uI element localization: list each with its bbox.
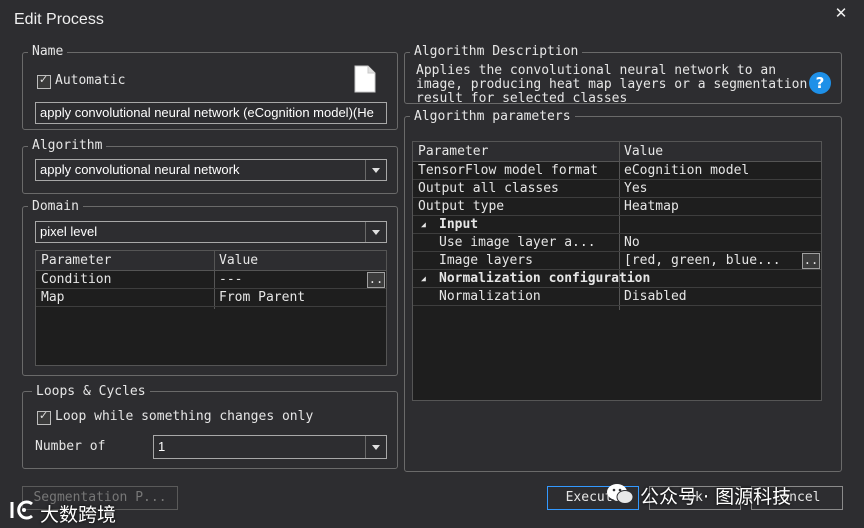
number-of-select[interactable]: 1: [153, 435, 387, 459]
domain-grid: Parameter Value Condition --- .. Map Fro…: [35, 250, 387, 366]
automatic-checkbox[interactable]: [37, 73, 51, 89]
chevron-down-icon[interactable]: [365, 160, 386, 180]
automatic-label[interactable]: Automatic: [55, 73, 125, 88]
number-of-value: 1: [158, 439, 166, 454]
process-name-field[interactable]: apply convolutional neural network (eCog…: [35, 102, 387, 124]
param-value[interactable]: Disabled: [624, 288, 687, 306]
param-value[interactable]: eCognition model: [624, 162, 749, 180]
domain-select[interactable]: pixel level: [35, 221, 387, 243]
param-name: Output type: [418, 199, 505, 214]
param-name: Normalization: [439, 289, 541, 304]
domain-row-param: Condition: [41, 272, 112, 287]
param-value[interactable]: Yes: [624, 180, 647, 198]
chevron-down-icon[interactable]: [365, 222, 386, 242]
window-title: Edit Process: [14, 11, 104, 28]
param-value[interactable]: Heatmap: [624, 198, 679, 216]
name-legend: Name: [28, 44, 68, 59]
param-name: Image layers: [439, 253, 533, 268]
watermark-right: 公众号 · 图源科技: [640, 486, 792, 508]
loop-label[interactable]: Loop while something changes only: [55, 409, 313, 424]
loop-checkbox[interactable]: [37, 409, 51, 425]
algorithm-legend: Algorithm: [28, 138, 107, 153]
expand-triangle-icon[interactable]: ◢: [421, 216, 426, 234]
watermark-left: 大数跨境: [40, 504, 117, 526]
wechat-icon: [606, 482, 634, 506]
image-layers-browse-button[interactable]: ..: [802, 253, 820, 269]
number-of-label: Number of: [35, 439, 106, 454]
algorithm-description-text: Applies the convolutional neural network…: [416, 63, 808, 104]
param-value[interactable]: [red, green, blue...: [624, 252, 798, 270]
chevron-down-icon[interactable]: [365, 436, 386, 458]
params-legend: Algorithm parameters: [410, 109, 575, 124]
title-bar: [0, 0, 864, 36]
section-label-input: Input: [439, 217, 479, 232]
description-legend: Algorithm Description: [410, 44, 583, 59]
document-icon[interactable]: [354, 65, 376, 93]
watermark-logo-icon: [8, 498, 38, 522]
algorithm-select-value: apply convolutional neural network: [40, 162, 240, 177]
expand-triangle-icon[interactable]: ◢: [421, 270, 426, 288]
domain-select-value: pixel level: [40, 224, 98, 239]
domain-col-parameter: Parameter: [41, 253, 112, 268]
section-label-normalization: Normalization configuration: [439, 271, 651, 286]
condition-browse-button[interactable]: ..: [367, 272, 385, 288]
algorithm-select[interactable]: apply convolutional neural network: [35, 159, 387, 181]
domain-col-value: Value: [219, 253, 259, 268]
domain-row-value[interactable]: ---: [219, 271, 242, 289]
param-name: Use image layer a...: [439, 235, 596, 250]
description-group: Applies the convolutional neural network…: [404, 52, 842, 104]
loops-legend: Loops & Cycles: [32, 384, 150, 399]
help-icon[interactable]: ?: [809, 72, 831, 94]
param-name: TensorFlow model format: [418, 163, 599, 178]
param-value[interactable]: No: [624, 234, 640, 252]
param-name: Output all classes: [418, 181, 559, 196]
params-col-parameter: Parameter: [418, 144, 489, 159]
domain-row-value[interactable]: From Parent: [219, 289, 305, 307]
close-icon[interactable]: ✕: [832, 4, 850, 24]
params-col-value: Value: [624, 144, 664, 159]
domain-row-param: Map: [41, 290, 65, 305]
domain-legend: Domain: [28, 199, 83, 214]
table-row[interactable]: [36, 289, 386, 307]
params-grid: Parameter Value TensorFlow model format …: [412, 141, 822, 401]
